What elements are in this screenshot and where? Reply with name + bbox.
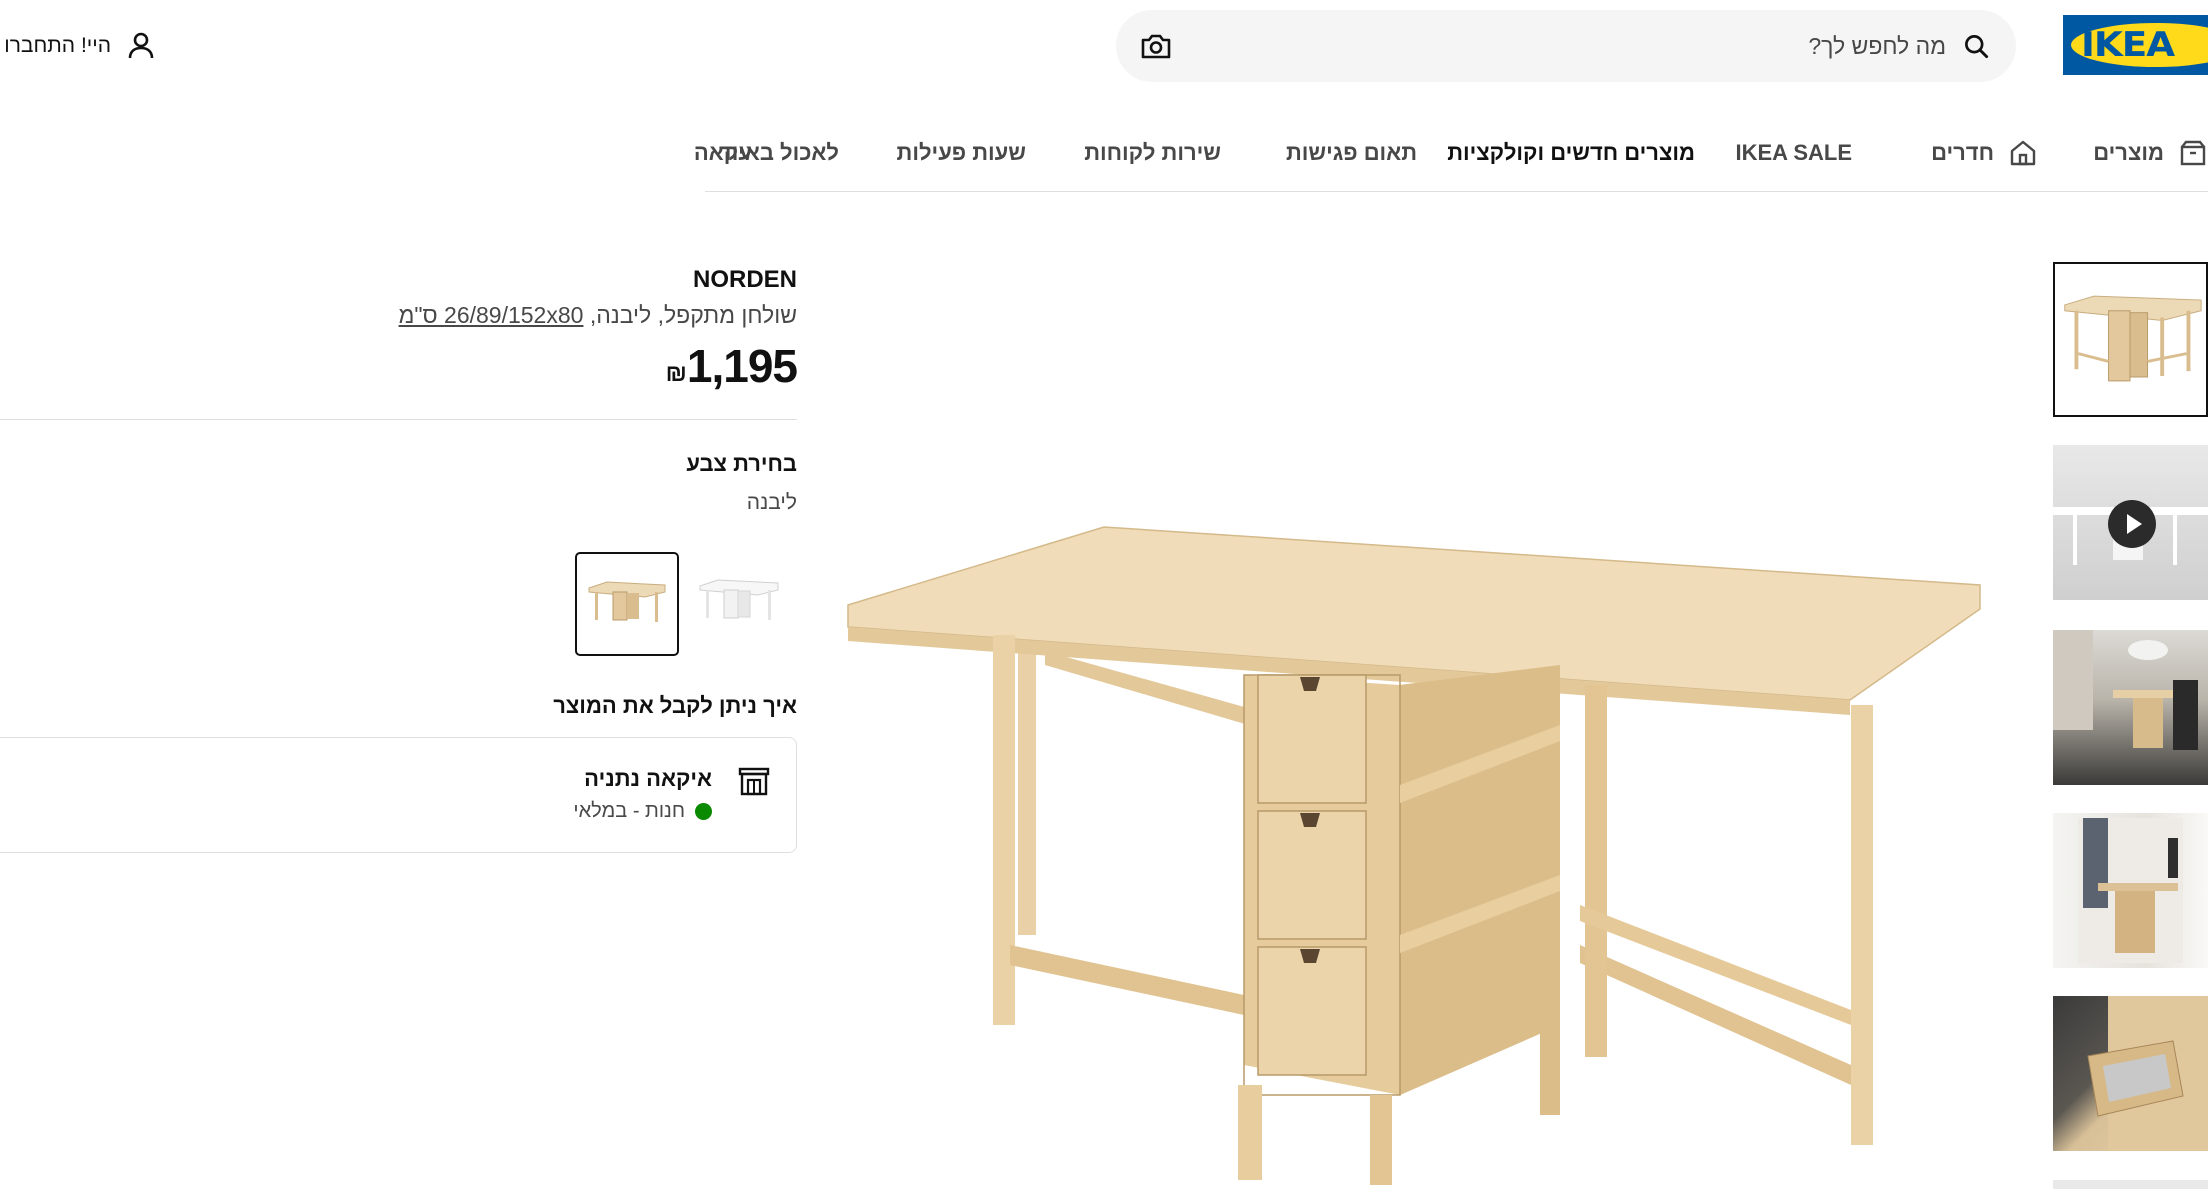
store-availability-card[interactable]: איקאה נתניה חנות - במלאי [0,737,797,853]
price-currency: ₪ [665,360,687,388]
box-icon [2180,140,2206,166]
nav-label: מוצרים חדשים וקולקציות [1447,140,1695,165]
store-stock-status: חנות - במלאי [573,800,712,823]
nav-new-products[interactable]: מוצרים חדשים וקולקציות [1447,138,1695,168]
selected-color: ליבנה [746,491,797,514]
nav-rooms[interactable]: חדרים [1931,138,2038,168]
table-thumbnail-image [2064,295,2202,382]
logo-text: IKEA [2081,25,2175,65]
thumbnail-video[interactable] [2053,445,2208,600]
nav-opening-hours[interactable]: שעות פעילות [897,138,1026,168]
drawer-thumbnail-image [2087,996,2208,1151]
product-main-image [847,526,1981,1185]
search-icon[interactable] [1963,33,1990,60]
color-swatch-birch[interactable] [575,552,679,656]
search-input[interactable] [1226,10,1946,82]
room-thumbnail-image [2053,630,2198,750]
color-selection-title: בחירת צבע [686,451,797,476]
nav-label: תאום פגישות [1285,140,1417,165]
in-stock-indicator [695,803,712,820]
thumbnail-drawer[interactable] [2053,996,2208,1151]
product-dimensions-link[interactable]: 26/89/152x80 ס"מ [399,302,584,328]
divider [0,419,797,420]
main-navigation: מוצרים חדרים IKEA SALE מוצרים חדשים וקול… [694,130,2208,192]
nav-food[interactable]: לאכול באיקאה [694,138,839,168]
thumbnail-table[interactable] [2053,262,2208,417]
stock-status-text: חנות - במלאי [573,800,685,822]
room-thumbnail-image [2078,818,2183,963]
ikea-logo[interactable]: IKEA [2063,15,2208,75]
birch-table-swatch-image [588,581,666,622]
nav-label: IKEA SALE [1735,140,1852,165]
thumbnail-room-1[interactable] [2053,630,2208,785]
home-icon [2010,140,2036,166]
product-description-text: שולחן מתקפל, ליבנה, [589,302,797,328]
white-table-swatch-image [699,579,779,620]
login-text: היי! התחברו [4,34,111,57]
store-name: איקאה נתניה [584,766,712,791]
camera-search-icon[interactable] [1140,32,1172,60]
play-icon[interactable] [2108,500,2156,548]
thumbnail-room-2[interactable] [2053,813,2208,968]
store-icon [738,767,770,796]
product-name: NORDEN [692,266,797,293]
nav-ikea-sale[interactable]: IKEA SALE [1735,138,1852,168]
nav-products[interactable]: מוצרים [2093,138,2208,168]
product-price: 1,195 ₪ [662,340,798,392]
nav-label: עוד [718,140,752,165]
search-bar[interactable] [1116,10,2016,82]
nav-label: מוצרים [2093,140,2164,165]
nav-label: לאכול באיקאה [693,140,839,165]
price-value: 1,195 [686,340,798,392]
color-swatch-white[interactable] [686,552,790,656]
delivery-options-title: איך ניתן לקבל את המוצר [553,693,797,718]
thumbnail-more[interactable] [2053,1180,2208,1189]
nav-appointments[interactable]: תאום פגישות [1286,138,1417,168]
nav-label: שעות פעילות [896,140,1026,165]
login-link[interactable]: היי! התחברו [0,28,155,64]
nav-label: חדרים [1931,140,1994,165]
nav-customer-service[interactable]: שירות לקוחות [1084,138,1221,168]
nav-more[interactable]: עוד [719,138,752,168]
product-description: שולחן מתקפל, ליבנה, 26/89/152x80 ס"מ [399,302,797,329]
user-icon [128,32,154,59]
nav-label: שירות לקוחות [1084,140,1221,165]
